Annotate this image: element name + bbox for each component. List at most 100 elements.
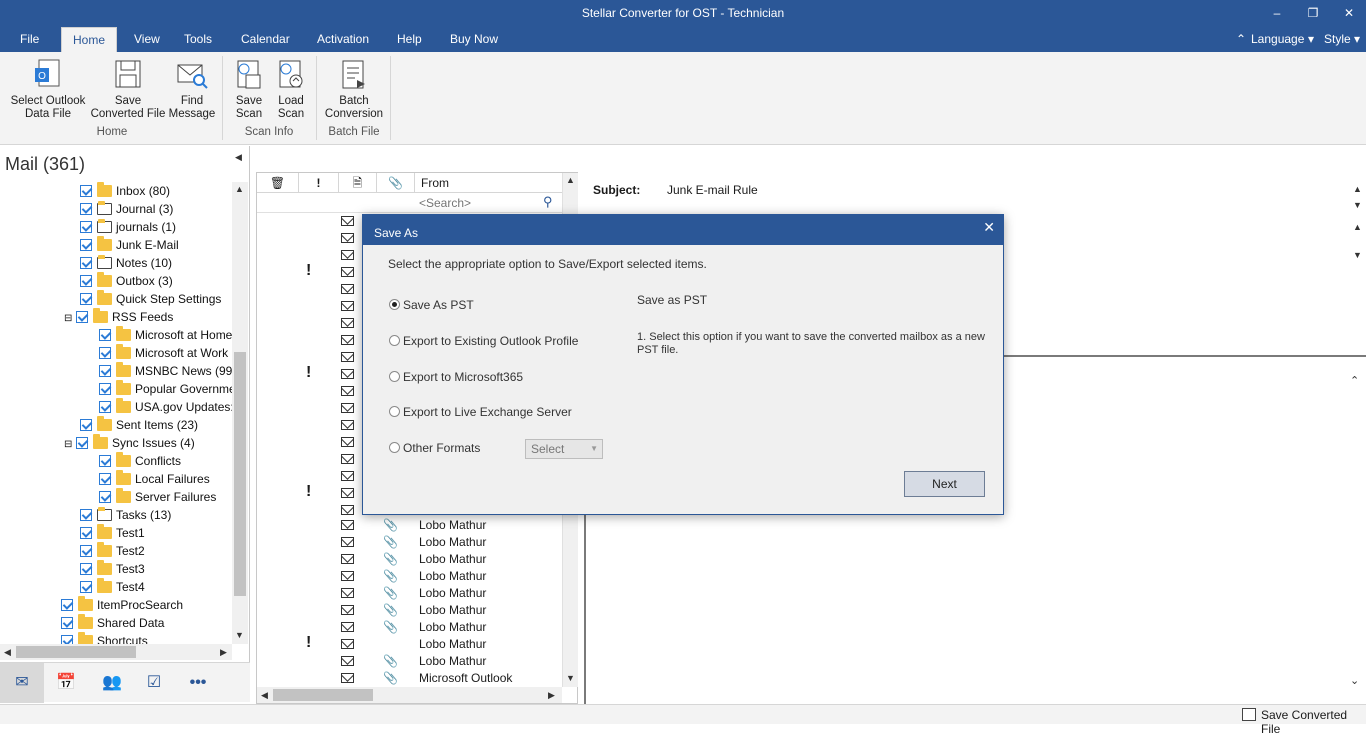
list-item[interactable]: 📎 Lobo Mathur <box>257 602 562 619</box>
scroll-left-icon[interactable]: ◀ <box>261 690 268 701</box>
dialog-close-button[interactable]: ✕ <box>983 215 995 239</box>
header-scroll-down-icon[interactable]: ▼ <box>1353 200 1362 210</box>
checkbox[interactable] <box>61 635 73 644</box>
option-save-as-pst[interactable]: Save As PST <box>389 297 474 313</box>
from-column-header[interactable]: From <box>415 173 562 193</box>
radio[interactable] <box>389 406 400 417</box>
checkbox[interactable] <box>76 311 88 323</box>
checkbox[interactable] <box>99 329 111 341</box>
list-item[interactable]: 📎 Lobo Mathur <box>257 585 562 602</box>
tree-item-test1[interactable]: Test1 <box>80 524 145 542</box>
checkbox[interactable] <box>99 473 111 485</box>
collapse-node-icon[interactable]: ⊟ <box>64 310 76 328</box>
list-item[interactable]: 📎 Microsoft Outlook <box>257 670 562 687</box>
radio[interactable] <box>389 442 400 453</box>
tree-item-journal[interactable]: Journal (3) <box>80 200 173 218</box>
more-nav-button[interactable]: ••• <box>176 663 220 703</box>
tree-item-sent[interactable]: Sent Items (23) <box>80 416 198 434</box>
scroll-right-icon[interactable]: ▶ <box>548 690 555 701</box>
contacts-nav-button[interactable]: 👥 <box>90 663 134 703</box>
batch-conversion-button[interactable]: Batch Conversion <box>322 58 386 121</box>
collapse-node-icon[interactable]: ⊟ <box>64 436 76 454</box>
scroll-thumb[interactable] <box>273 689 373 701</box>
header-scroll-up-icon[interactable]: ▲ <box>1353 184 1362 194</box>
format-select[interactable]: Select ▼ <box>525 439 603 459</box>
restore-button[interactable]: ❐ <box>1298 3 1328 23</box>
language-chevron-icon[interactable]: ▾ <box>1308 27 1314 52</box>
tree-item-tasks[interactable]: Tasks (13) <box>80 506 171 524</box>
tree-item-usa-gov[interactable]: USA.gov Updates: <box>99 398 232 416</box>
list-item[interactable]: 📎 Lobo Mathur <box>257 517 562 534</box>
list-item[interactable]: 📎 Lobo Mathur <box>257 551 562 568</box>
option-other-formats[interactable]: Other Formats <box>389 440 480 456</box>
tree-item-test3[interactable]: Test3 <box>80 560 145 578</box>
next-button[interactable]: Next <box>904 471 985 497</box>
radio[interactable] <box>389 371 400 382</box>
checkbox[interactable] <box>80 239 92 251</box>
scroll-up-icon[interactable]: ▲ <box>235 184 244 194</box>
checkbox[interactable] <box>80 509 92 521</box>
checkbox[interactable] <box>80 419 92 431</box>
scroll-thumb[interactable] <box>234 352 246 596</box>
list-item[interactable]: ! Lobo Mathur <box>257 634 562 653</box>
message-list-horizontal-scrollbar[interactable]: ◀ ▶ <box>257 687 562 703</box>
attachment-column-icon[interactable]: 📎 <box>377 173 415 193</box>
menu-home[interactable]: Home <box>61 27 117 52</box>
checkbox[interactable] <box>99 455 111 467</box>
language-menu[interactable]: Language <box>1251 27 1304 52</box>
checkbox[interactable] <box>80 221 92 233</box>
menu-help[interactable]: Help <box>387 27 432 52</box>
radio[interactable] <box>389 335 400 346</box>
style-chevron-icon[interactable]: ▾ <box>1354 27 1360 52</box>
tree-item-shared-data[interactable]: Shared Data <box>61 614 164 632</box>
save-icon[interactable] <box>1242 708 1256 721</box>
save-converted-file-button[interactable]: Save Converted File <box>90 58 166 121</box>
tree-item-rss-feeds[interactable]: ⊟ RSS Feeds <box>64 308 173 326</box>
tree-item-quick-step[interactable]: Quick Step Settings <box>80 290 221 308</box>
status-save-converted-file[interactable]: Save Converted File <box>1261 708 1366 736</box>
style-menu[interactable]: Style <box>1324 27 1351 52</box>
checkbox[interactable] <box>80 203 92 215</box>
menu-tools[interactable]: Tools <box>174 27 222 52</box>
body-scroll-up-icon[interactable]: ⌃ <box>1350 374 1359 387</box>
tree-item-junk[interactable]: Junk E-Mail <box>80 236 179 254</box>
checkbox[interactable] <box>80 275 92 287</box>
item-type-column-icon[interactable]: 🗎 <box>339 173 377 193</box>
save-scan-button[interactable]: Save Scan <box>230 58 268 121</box>
tree-item-itemprocsearch[interactable]: ItemProcSearch <box>61 596 183 614</box>
close-window-button[interactable]: ✕ <box>1334 3 1364 23</box>
header-scroll-down-icon[interactable]: ▼ <box>1353 250 1362 260</box>
tree-item-ms-work[interactable]: Microsoft at Work <box>99 344 228 362</box>
checkbox[interactable] <box>99 401 111 413</box>
tree-item-journals[interactable]: journals (1) <box>80 218 176 236</box>
importance-column-icon[interactable]: ! <box>299 173 339 193</box>
option-export-microsoft365[interactable]: Export to Microsoft365 <box>389 369 523 385</box>
scroll-left-icon[interactable]: ◀ <box>4 647 11 658</box>
list-item[interactable]: 📎 Lobo Mathur <box>257 619 562 636</box>
list-item[interactable]: 📎 Lobo Mathur <box>257 653 562 670</box>
list-item[interactable]: 📎 Lobo Mathur <box>257 568 562 585</box>
scroll-down-icon[interactable]: ▼ <box>566 673 575 683</box>
menu-view[interactable]: View <box>124 27 170 52</box>
scroll-thumb[interactable] <box>16 646 136 658</box>
option-export-outlook-profile[interactable]: Export to Existing Outlook Profile <box>389 333 578 349</box>
menu-calendar[interactable]: Calendar <box>231 27 300 52</box>
checkbox[interactable] <box>80 527 92 539</box>
tree-item-conflicts[interactable]: Conflicts <box>99 452 181 470</box>
select-outlook-data-file-button[interactable]: O Select Outlook Data File <box>8 58 88 121</box>
scroll-down-icon[interactable]: ▼ <box>235 630 244 640</box>
tree-item-sync-issues[interactable]: ⊟ Sync Issues (4) <box>64 434 195 452</box>
checkbox[interactable] <box>76 437 88 449</box>
tasks-nav-button[interactable]: ☑ <box>132 663 176 703</box>
checkbox[interactable] <box>80 257 92 269</box>
from-search-input[interactable] <box>419 195 539 211</box>
search-icon[interactable]: ⚲ <box>543 194 553 210</box>
tree-item-local-failures[interactable]: Local Failures <box>99 470 210 488</box>
folder-tree-vertical-scrollbar[interactable]: ▲ ▼ <box>232 182 248 644</box>
list-item[interactable]: 📎 Lobo Mathur <box>257 534 562 551</box>
collapse-pane-icon[interactable]: ◀ <box>235 152 242 163</box>
tree-item-notes[interactable]: Notes (10) <box>80 254 172 272</box>
tree-item-msnbc[interactable]: MSNBC News (99) <box>99 362 232 380</box>
radio-selected[interactable] <box>389 299 400 310</box>
checkbox[interactable] <box>61 617 73 629</box>
